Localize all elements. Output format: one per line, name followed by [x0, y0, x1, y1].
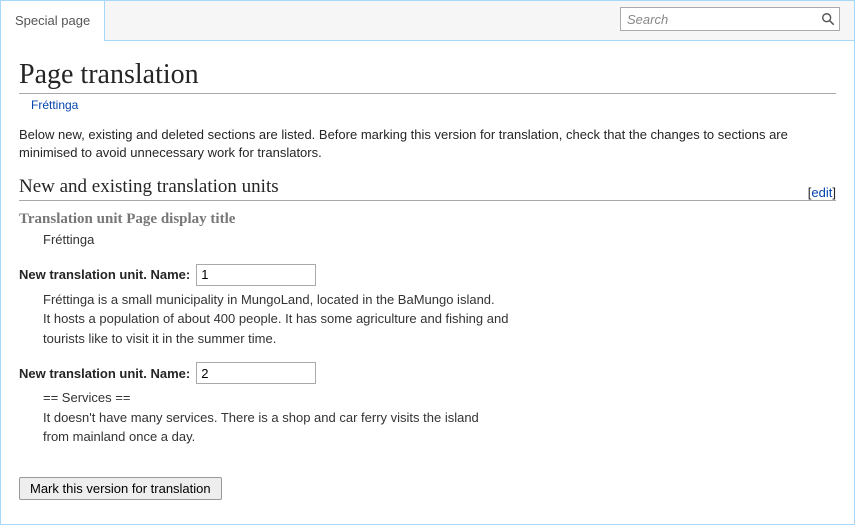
edit-link[interactable]: edit: [811, 185, 832, 200]
unit-name-input[interactable]: [196, 264, 316, 286]
display-title-unit-value: Fréttinga: [43, 230, 836, 250]
search-icon[interactable]: [817, 8, 839, 30]
new-unit-row: New translation unit. Name:: [19, 362, 836, 384]
new-unit-label: New translation unit. Name:: [19, 366, 190, 381]
edit-link-wrap: [edit]: [808, 185, 836, 200]
tab-label: Special page: [15, 13, 90, 28]
topbar: Special page: [1, 1, 854, 41]
search-box[interactable]: [620, 7, 840, 31]
mark-version-button[interactable]: Mark this version for translation: [19, 477, 222, 500]
tab-special-page[interactable]: Special page: [1, 1, 105, 41]
page-description: Below new, existing and deleted sections…: [19, 126, 836, 162]
new-unit-label: New translation unit. Name:: [19, 267, 190, 282]
search-input[interactable]: [621, 8, 817, 30]
unit-body: Fréttinga is a small municipality in Mun…: [43, 290, 836, 349]
unit-name-input[interactable]: [196, 362, 316, 384]
unit-body: == Services == It doesn't have many serv…: [43, 388, 836, 447]
page-frame: Special page Page translation Fréttinga …: [0, 0, 855, 525]
display-title-unit-label: Translation unit Page display title: [19, 211, 836, 228]
section-heading: New and existing translation units: [19, 176, 808, 200]
page-subtitle-link[interactable]: Fréttinga: [31, 98, 836, 112]
new-unit-row: New translation unit. Name:: [19, 264, 836, 286]
content: Page translation Fréttinga Below new, ex…: [1, 41, 854, 500]
section-header-row: New and existing translation units [edit…: [19, 176, 836, 201]
page-title: Page translation: [19, 59, 836, 94]
